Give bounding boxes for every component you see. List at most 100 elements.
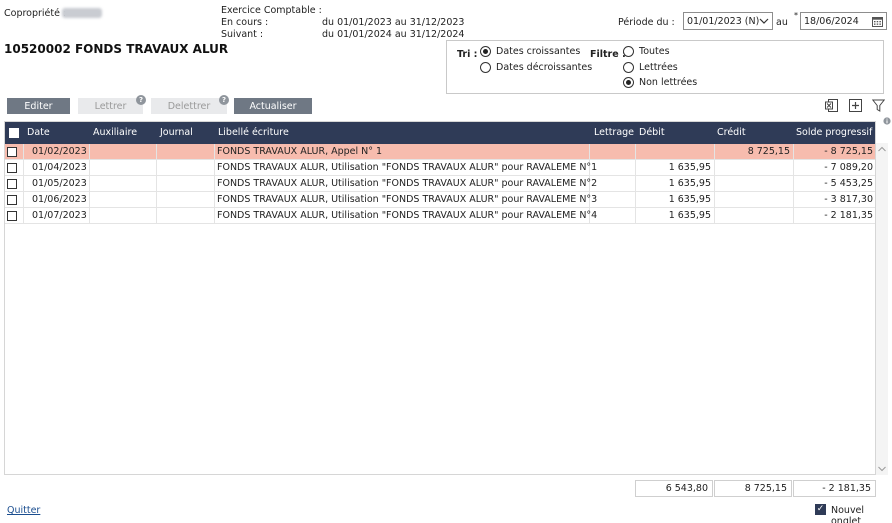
periode-to-input[interactable]: 18/06/2024 bbox=[800, 12, 887, 30]
column-divider bbox=[214, 208, 215, 224]
col-lettrage[interactable]: Lettrage bbox=[594, 127, 634, 138]
table-row[interactable]: 01/05/2023 FONDS TRAVAUX ALUR, Utilisatio… bbox=[5, 176, 875, 192]
filtre-option-label: Non lettrées bbox=[639, 77, 698, 88]
cell-credit: 8 725,15 bbox=[747, 146, 790, 157]
en-cours-value: du 01/01/2023 au 31/12/2023 bbox=[322, 17, 465, 28]
actualiser-button[interactable]: Actualiser bbox=[234, 98, 312, 114]
column-divider bbox=[89, 176, 90, 192]
tri-option-decroissantes[interactable]: Dates décroissantes bbox=[480, 62, 592, 73]
cell-date: 01/06/2023 bbox=[32, 194, 87, 205]
column-divider bbox=[89, 192, 90, 208]
cell-solde: - 2 181,35 bbox=[824, 210, 873, 221]
cell-date: 01/05/2023 bbox=[32, 178, 87, 189]
new-tab-checkbox[interactable]: ✓ bbox=[815, 504, 826, 515]
cell-debit: 1 635,95 bbox=[668, 210, 711, 221]
row-checkbox[interactable] bbox=[7, 147, 17, 157]
total-solde: - 2 181,35 bbox=[793, 480, 876, 497]
col-debit[interactable]: Débit bbox=[639, 127, 665, 138]
table-row[interactable]: 01/06/2023 FONDS TRAVAUX ALUR, Utilisatio… bbox=[5, 192, 875, 208]
table-row[interactable]: 01/02/2023 FONDS TRAVAUX ALUR, Appel N° 1… bbox=[5, 144, 875, 160]
row-checkbox[interactable] bbox=[7, 195, 17, 205]
en-cours-label: En cours : bbox=[221, 17, 269, 28]
radio-button[interactable] bbox=[623, 46, 634, 57]
cell-libelle: FONDS TRAVAUX ALUR, Utilisation "FONDS T… bbox=[217, 178, 598, 189]
column-divider bbox=[635, 208, 636, 224]
column-divider bbox=[23, 176, 24, 192]
excel-export-icon[interactable] bbox=[825, 99, 838, 112]
cell-debit: 1 635,95 bbox=[668, 162, 711, 173]
col-auxiliaire[interactable]: Auxiliaire bbox=[93, 127, 137, 138]
select-all-checkbox[interactable] bbox=[9, 128, 19, 138]
filtre-option-lettrees[interactable]: Lettrées bbox=[623, 62, 678, 73]
column-divider bbox=[714, 192, 715, 208]
column-divider bbox=[89, 208, 90, 224]
vertical-scrollbar[interactable] bbox=[876, 143, 888, 475]
filter-icon[interactable] bbox=[872, 99, 885, 112]
cell-solde: - 3 817,30 bbox=[824, 194, 873, 205]
cell-solde: - 7 089,20 bbox=[824, 162, 873, 173]
calendar-icon[interactable] bbox=[872, 16, 883, 27]
column-divider bbox=[793, 192, 794, 208]
table-row[interactable]: 01/07/2023 FONDS TRAVAUX ALUR, Utilisatio… bbox=[5, 208, 875, 224]
tri-option-label: Dates croissantes bbox=[496, 46, 581, 57]
col-solde[interactable]: Solde progressif bbox=[796, 127, 872, 138]
column-divider bbox=[714, 208, 715, 224]
delettrer-button[interactable]: Delettrer bbox=[151, 98, 227, 114]
column-divider bbox=[714, 160, 715, 176]
col-libelle[interactable]: Libellé écriture bbox=[218, 127, 289, 138]
cell-date: 01/07/2023 bbox=[32, 210, 87, 221]
column-divider bbox=[214, 176, 215, 192]
total-debit: 6 543,80 bbox=[635, 480, 713, 497]
radio-button[interactable] bbox=[480, 46, 491, 57]
column-divider bbox=[23, 192, 24, 208]
cell-libelle: FONDS TRAVAUX ALUR, Utilisation "FONDS T… bbox=[217, 194, 598, 205]
radio-button[interactable] bbox=[623, 77, 634, 88]
column-divider bbox=[793, 160, 794, 176]
tri-option-croissantes[interactable]: Dates croissantes bbox=[480, 46, 580, 57]
column-divider bbox=[156, 208, 157, 224]
copropriete-label: Copropriété : bbox=[4, 8, 67, 19]
au-label: au bbox=[776, 17, 788, 28]
cell-libelle: FONDS TRAVAUX ALUR, Utilisation "FONDS T… bbox=[217, 162, 598, 173]
help-icon[interactable]: ? bbox=[136, 95, 146, 105]
periode-to-value: 18/06/2024 bbox=[804, 15, 859, 27]
suivant-value: du 01/01/2024 au 31/12/2024 bbox=[322, 29, 465, 40]
row-checkbox[interactable] bbox=[7, 179, 17, 189]
col-credit[interactable]: Crédit bbox=[717, 127, 746, 138]
col-date[interactable]: Date bbox=[27, 127, 50, 138]
scroll-up-icon[interactable] bbox=[878, 146, 886, 152]
filtre-option-toutes[interactable]: Toutes bbox=[623, 46, 670, 57]
editer-button[interactable]: Editer bbox=[7, 98, 70, 114]
row-checkbox[interactable] bbox=[7, 163, 17, 173]
column-divider bbox=[156, 144, 157, 160]
column-divider bbox=[156, 192, 157, 208]
column-divider bbox=[714, 144, 715, 160]
table-row[interactable]: 01/04/2023 FONDS TRAVAUX ALUR, Utilisatio… bbox=[5, 160, 875, 176]
column-divider bbox=[635, 160, 636, 176]
help-icon[interactable]: ? bbox=[219, 95, 229, 105]
tri-option-label: Dates décroissantes bbox=[496, 62, 593, 73]
column-divider bbox=[89, 160, 90, 176]
cell-libelle: FONDS TRAVAUX ALUR, Utilisation "FONDS T… bbox=[217, 210, 598, 221]
filtre-label: Filtre : bbox=[590, 49, 626, 60]
radio-button[interactable] bbox=[623, 62, 634, 73]
column-divider bbox=[793, 144, 794, 160]
row-checkbox[interactable] bbox=[7, 211, 17, 221]
scroll-down-icon[interactable] bbox=[878, 466, 886, 472]
suivant-label: Suivant : bbox=[221, 29, 264, 40]
periode-from-select[interactable]: 01/01/2023 (N) bbox=[683, 12, 773, 30]
column-divider bbox=[793, 208, 794, 224]
quit-link[interactable]: Quitter bbox=[7, 505, 40, 516]
account-title: 10520002 FONDS TRAVAUX ALUR bbox=[4, 42, 229, 56]
add-icon[interactable] bbox=[849, 99, 862, 112]
filtre-option-non-lettrees[interactable]: Non lettrées bbox=[623, 77, 697, 88]
cell-solde: - 8 725,15 bbox=[824, 146, 873, 157]
filtre-option-label: Lettrées bbox=[639, 62, 678, 73]
radio-button[interactable] bbox=[480, 62, 491, 73]
cell-solde: - 5 453,25 bbox=[824, 178, 873, 189]
column-divider bbox=[89, 144, 90, 160]
column-divider bbox=[793, 176, 794, 192]
column-divider bbox=[23, 144, 24, 160]
col-journal[interactable]: Journal bbox=[160, 127, 193, 138]
lettrer-button[interactable]: Lettrer bbox=[78, 98, 143, 114]
